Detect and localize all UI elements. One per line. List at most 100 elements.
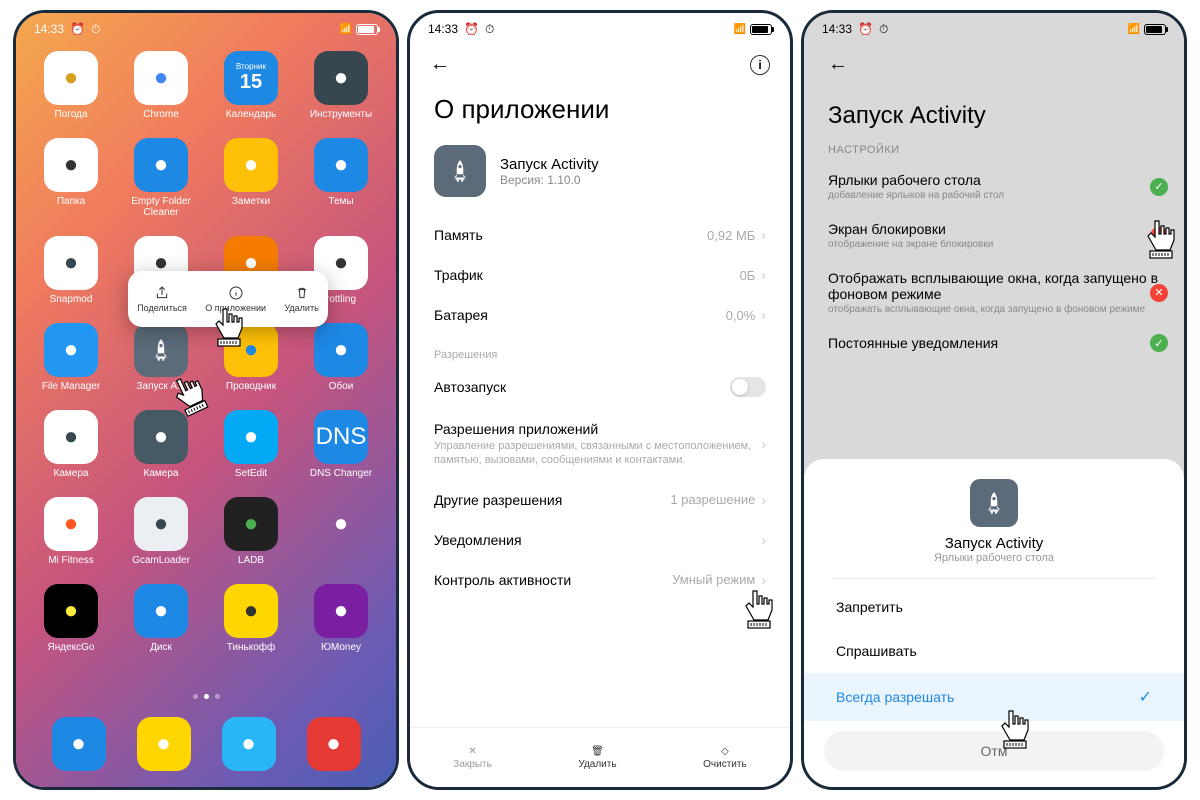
app-label: LADB — [238, 555, 264, 566]
popup-delete[interactable]: Удалить — [284, 285, 318, 313]
dock-app[interactable]: ● — [52, 717, 106, 771]
app-ЯндексGo[interactable]: ●ЯндексGo — [30, 584, 112, 653]
app-label: SetEdit — [235, 468, 267, 479]
dock: ● ● ● ● — [16, 717, 396, 771]
app-label: ЮMoney — [321, 642, 361, 653]
row-app-permissions[interactable]: Разрешения приложений Управление разреше… — [410, 409, 790, 480]
dock-app[interactable]: ● — [222, 717, 276, 771]
app-Инструменты[interactable]: ● Инструменты — [300, 51, 382, 120]
app-DNS Changer[interactable]: DNSDNS Changer — [300, 410, 382, 479]
app-ЮMoney[interactable]: ● ЮMoney — [300, 584, 382, 653]
app-label: Empty Folder Cleaner — [121, 196, 201, 218]
app-Обои[interactable]: ●Обои — [300, 323, 382, 392]
close-button[interactable]: ✕Закрыть — [453, 746, 492, 770]
clear-button[interactable]: ◇Очистить — [703, 746, 747, 770]
status-badge: ✕ — [1150, 284, 1168, 302]
row-memory[interactable]: Память 0,92 МБ› — [410, 215, 790, 255]
sheet-subtitle: Ярлыки рабочего стола — [804, 552, 1184, 564]
row-autostart[interactable]: Автозапуск — [410, 365, 790, 409]
permission-row[interactable]: Экран блокировкиотображение на экране бл… — [804, 211, 1184, 260]
sheet-app-icon — [970, 479, 1018, 527]
app-Проводник[interactable]: ●Проводник — [210, 323, 292, 392]
app-blank[interactable]: ● — [300, 497, 382, 566]
app-GcamLoader[interactable]: ●GcamLoader — [120, 497, 202, 566]
permission-row[interactable]: Ярлыки рабочего столадобавление ярлыков … — [804, 162, 1184, 211]
app-icon: ● — [134, 51, 188, 105]
app-icon: ● — [44, 323, 98, 377]
app-Диск[interactable]: ●Диск — [120, 584, 202, 653]
app-Chrome[interactable]: ●Chrome — [120, 51, 202, 120]
delete-button[interactable]: 🗑Удалить — [578, 746, 616, 770]
sheet-title: Запуск Activity — [804, 535, 1184, 552]
dock-app[interactable]: ● — [137, 717, 191, 771]
app-label: File Manager — [42, 381, 100, 392]
app-label: Заметки — [232, 196, 270, 207]
app-LADB[interactable]: ●LADB — [210, 497, 292, 566]
back-button[interactable]: ← — [430, 53, 450, 76]
page-title: О приложении — [410, 88, 790, 141]
page-title: Запуск Activity — [804, 88, 1184, 138]
app-Темы[interactable]: ● Темы — [300, 138, 382, 218]
status-bar: 14:33⏰⏱ 📶 — [410, 13, 790, 41]
app-context-popup: Поделиться О приложении Удалить — [128, 271, 328, 327]
close-icon: ✕ — [468, 746, 476, 757]
app-icon: ● — [44, 138, 98, 192]
app-header: Запуск Activity Версия: 1.10.0 — [410, 141, 790, 215]
app-Камера[interactable]: ●Камера — [120, 410, 202, 479]
app-icon: ● — [134, 584, 188, 638]
option-deny[interactable]: Запретить — [804, 585, 1184, 629]
app-label: Погода — [55, 109, 88, 120]
app-SetEdit[interactable]: ●SetEdit — [210, 410, 292, 479]
app-label: Темы — [328, 196, 353, 207]
app-Snapmod[interactable]: ● Snapmod — [30, 236, 112, 305]
app-icon: ● — [134, 138, 188, 192]
app-File Manager[interactable]: ● File Manager — [30, 323, 112, 392]
app-icon — [134, 323, 188, 377]
app-label: Инструменты — [310, 109, 372, 120]
app-label: DNS Changer — [310, 468, 372, 479]
cancel-button[interactable]: Отм — [824, 731, 1164, 771]
status-badge: ✓ — [1150, 178, 1168, 196]
alarm-icon: ⏰ — [70, 22, 85, 36]
app-icon: ● — [314, 138, 368, 192]
autostart-toggle[interactable] — [730, 377, 766, 397]
row-other-permissions[interactable]: Другие разрешения 1 разрешение› — [410, 480, 790, 520]
app-icon: ● — [224, 323, 278, 377]
signal-icon: 📶 — [340, 24, 352, 35]
popup-share[interactable]: Поделиться — [137, 285, 187, 313]
bottom-action-bar: ✕Закрыть 🗑Удалить ◇Очистить — [410, 727, 790, 787]
app-Календарь[interactable]: Вторник15Календарь — [210, 51, 292, 120]
app-icon: ● — [314, 497, 368, 551]
app-label: GcamLoader — [132, 555, 190, 566]
app-icon: ● — [134, 410, 188, 464]
back-button[interactable]: ← — [828, 53, 848, 75]
permission-row[interactable]: Отображать всплывающие окна, когда запущ… — [804, 260, 1184, 325]
option-ask[interactable]: Спрашивать — [804, 629, 1184, 673]
app-icon: ● — [44, 584, 98, 638]
popup-app-info[interactable]: О приложении — [205, 285, 266, 313]
app-Папка[interactable]: ●Папка — [30, 138, 112, 218]
app-Empty Folder Cleaner[interactable]: ● Empty Folder Cleaner — [120, 138, 202, 218]
app-Заметки[interactable]: ●Заметки — [210, 138, 292, 218]
option-always-allow[interactable]: Всегда разрешать ✓ — [804, 673, 1184, 721]
app-Тинькофф[interactable]: ●Тинькофф — [210, 584, 292, 653]
row-traffic[interactable]: Трафик 0Б› — [410, 255, 790, 295]
app-label: Обои — [329, 381, 354, 392]
app-Запуск A...[interactable]: Запуск A... — [120, 323, 202, 392]
status-badge: ✕ — [1150, 227, 1168, 245]
app-Mi Fitness[interactable]: ●Mi Fitness — [30, 497, 112, 566]
permission-row[interactable]: Постоянные уведомления✓ — [804, 325, 1184, 361]
app-icon: ● — [314, 51, 368, 105]
app-label: Snapmod — [50, 294, 93, 305]
app-icon: ● — [44, 51, 98, 105]
app-Камера[interactable]: ●Камера — [30, 410, 112, 479]
row-battery[interactable]: Батарея 0,0%› — [410, 295, 790, 335]
app-icon: ● — [314, 584, 368, 638]
app-icon: ● — [44, 236, 98, 290]
info-button[interactable]: i — [750, 55, 770, 75]
row-notifications[interactable]: Уведомления › — [410, 520, 790, 560]
dock-app[interactable]: ● — [307, 717, 361, 771]
row-activity-control[interactable]: Контроль активности Умный режим› — [410, 560, 790, 600]
settings-section-label: НАСТРОЙКИ — [804, 138, 1184, 162]
app-Погода[interactable]: ● Погода — [30, 51, 112, 120]
